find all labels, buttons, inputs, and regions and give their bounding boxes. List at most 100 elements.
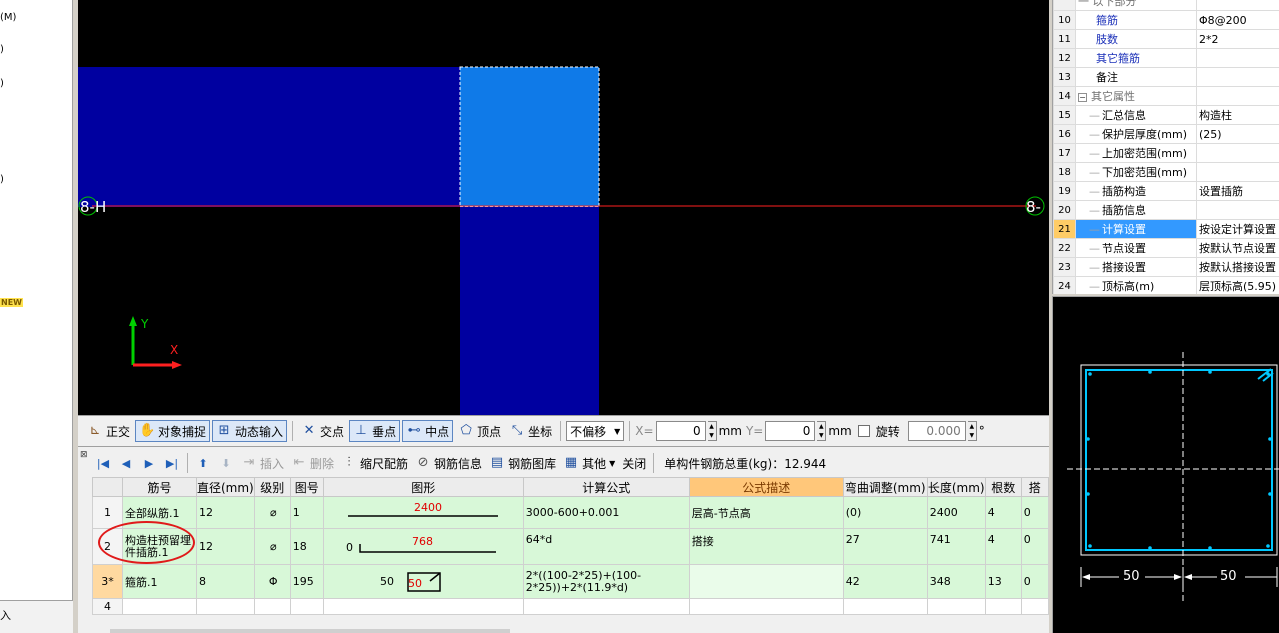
property-name[interactable]: — 保护层厚度(mm) xyxy=(1075,124,1197,144)
property-row-number[interactable]: 21 xyxy=(1053,219,1076,239)
property-row[interactable]: 20 — 插筋信息 xyxy=(1053,200,1279,220)
cell-count[interactable] xyxy=(984,598,1022,615)
property-row[interactable]: 19 — 插筋构造 设置插筋 xyxy=(1053,181,1279,201)
col-header-shape[interactable]: 图形 xyxy=(322,477,524,497)
ortho-button[interactable]: ⊾ 正交 xyxy=(84,420,133,442)
pin-icon[interactable]: ⊠ xyxy=(80,450,88,460)
y-coord-spinner[interactable]: ▲ ▼ xyxy=(817,421,827,441)
cell-bend-adjust[interactable]: (0) xyxy=(842,496,928,529)
property-row[interactable]: 21 — 计算设置 按设定计算设置 xyxy=(1053,219,1279,239)
cell-formula-desc[interactable]: 搭接 xyxy=(688,528,844,565)
col-header-figure-no[interactable]: 图号 xyxy=(289,477,324,497)
cell-formula[interactable]: 64*d xyxy=(522,528,690,565)
col-header-formula[interactable]: 计算公式 xyxy=(522,477,690,497)
last-record-button[interactable]: ▶| xyxy=(161,452,183,474)
col-header-diameter[interactable]: 直径(mm) xyxy=(196,477,255,497)
cell-count[interactable]: 4 xyxy=(984,496,1022,529)
column-lower[interactable] xyxy=(460,207,599,415)
property-row-number[interactable]: 18 xyxy=(1053,162,1076,182)
coordinate-button[interactable]: ⤡ 坐标 xyxy=(506,420,555,442)
property-name[interactable]: 一 以下部分 xyxy=(1075,0,1197,11)
property-row-number[interactable]: 17 xyxy=(1053,143,1076,163)
property-name[interactable]: 备注 xyxy=(1075,67,1197,87)
property-value[interactable] xyxy=(1196,48,1279,68)
cell-diameter[interactable]: 12 xyxy=(196,496,255,529)
property-row[interactable]: 14− 其它属性 xyxy=(1053,86,1279,106)
property-row[interactable]: 17 — 上加密范围(mm) xyxy=(1053,143,1279,163)
dynamic-input-button[interactable]: ⊞ 动态输入 xyxy=(212,420,288,442)
cell-figure-no[interactable]: 195 xyxy=(289,564,324,599)
property-name[interactable]: 肢数 xyxy=(1075,29,1197,49)
col-header-lap[interactable]: 搭 xyxy=(1020,477,1049,497)
cell-formula-desc[interactable] xyxy=(688,598,844,615)
cell-lap[interactable]: 0 xyxy=(1020,564,1049,599)
cell-shape[interactable] xyxy=(322,598,524,615)
cell-shape[interactable]: 0 768 xyxy=(322,528,524,565)
property-row-number[interactable]: 23 xyxy=(1053,257,1076,277)
property-value[interactable] xyxy=(1196,143,1279,163)
col-header-bend-adjust[interactable]: 弯曲调整(mm) xyxy=(842,477,928,497)
property-row-number[interactable]: 11 xyxy=(1053,29,1076,49)
cell-diameter[interactable]: 8 xyxy=(196,564,255,599)
cell-lap[interactable] xyxy=(1020,598,1049,615)
property-value[interactable] xyxy=(1196,86,1279,106)
property-name[interactable]: — 顶标高(m) xyxy=(1075,276,1197,294)
cell-grade[interactable]: ⌀ xyxy=(253,528,291,565)
cell-shape[interactable]: 2400 xyxy=(322,496,524,529)
rotate-input[interactable]: 0.000 xyxy=(907,421,966,441)
cell-grade[interactable] xyxy=(253,598,291,615)
x-coord-spinner[interactable]: ▲ ▼ xyxy=(707,421,717,441)
property-name[interactable]: 箍筋 xyxy=(1075,10,1197,30)
object-snap-button[interactable]: ✋ 对象捕捉 xyxy=(135,420,211,442)
move-down-button[interactable]: ⬇ xyxy=(215,452,237,474)
cell-formula-desc[interactable]: 层高-节点高 xyxy=(688,496,844,529)
rotate-checkbox[interactable] xyxy=(857,425,870,437)
cell-length[interactable]: 2400 xyxy=(926,496,986,529)
cell-length[interactable]: 348 xyxy=(926,564,986,599)
property-value[interactable] xyxy=(1196,67,1279,87)
cell-figure-no[interactable]: 1 xyxy=(289,496,324,529)
property-row[interactable]: 11 肢数 2*2 xyxy=(1053,29,1279,49)
property-row[interactable]: 23 — 搭接设置 按默认搭接设置 xyxy=(1053,257,1279,277)
cell-figure-no[interactable]: 18 xyxy=(289,528,324,565)
next-record-button[interactable]: ▶ xyxy=(138,452,160,474)
property-value[interactable]: 层顶标高(5.95) xyxy=(1196,276,1279,294)
property-name[interactable]: 其它箍筋 xyxy=(1075,48,1197,68)
x-coord-input[interactable]: 0 xyxy=(655,421,706,441)
property-row[interactable]: 15 — 汇总信息 构造柱 xyxy=(1053,105,1279,125)
rebar-library-button[interactable]: ▤ 钢筋图库 xyxy=(486,452,559,474)
property-row[interactable]: 16 — 保护层厚度(mm) (25) xyxy=(1053,124,1279,144)
cell-name[interactable]: 箍筋.1 xyxy=(122,564,197,599)
close-button[interactable]: 关闭 xyxy=(619,452,649,474)
cell-count[interactable]: 13 xyxy=(984,564,1022,599)
property-row[interactable]: 13 备注 xyxy=(1053,67,1279,87)
property-name[interactable]: — 插筋信息 xyxy=(1075,200,1197,220)
insert-button[interactable]: ⇥ 插入 xyxy=(238,452,287,474)
offset-mode-select[interactable]: 不偏移 ▼ xyxy=(566,421,625,441)
property-row-number[interactable]: 22 xyxy=(1053,238,1076,258)
property-row-number[interactable]: 12 xyxy=(1053,48,1076,68)
property-name[interactable]: — 节点设置 xyxy=(1075,238,1197,258)
cell-formula-desc[interactable] xyxy=(688,564,844,599)
table-row[interactable]: 2 构造柱预留埋件插筋.1 12 ⌀ 18 0 768 64*d 搭接 27 7… xyxy=(92,528,1049,565)
other-menu-button[interactable]: ▦ 其他 ▼ xyxy=(560,452,618,474)
property-value[interactable]: (25) xyxy=(1196,124,1279,144)
cell-name[interactable]: 构造柱预留埋件插筋.1 xyxy=(122,528,197,565)
delete-button[interactable]: ⇤ 删除 xyxy=(288,452,337,474)
drawing-canvas[interactable]: 8-H 8- Y X xyxy=(78,0,1049,415)
row-number[interactable]: 2 xyxy=(92,528,123,565)
rebar-info-button[interactable]: ⊘ 钢筋信息 xyxy=(412,452,485,474)
property-row-number[interactable]: 10 xyxy=(1053,10,1076,30)
property-value[interactable]: 按默认节点设置 xyxy=(1196,238,1279,258)
cell-formula[interactable]: 3000-600+0.001 xyxy=(522,496,690,529)
move-up-button[interactable]: ⬆ xyxy=(192,452,214,474)
first-record-button[interactable]: |◀ xyxy=(92,452,114,474)
cell-figure-no[interactable] xyxy=(289,598,324,615)
property-row[interactable]: 24 — 顶标高(m) 层顶标高(5.95) xyxy=(1053,276,1279,294)
y-coord-input[interactable]: 0 xyxy=(765,421,816,441)
property-value[interactable] xyxy=(1196,162,1279,182)
property-value[interactable]: 设置插筋 xyxy=(1196,181,1279,201)
cell-formula[interactable]: 2*((100-2*25)+(100-2*25))+2*(11.9*d) xyxy=(522,564,690,599)
cell-bend-adjust[interactable]: 27 xyxy=(842,528,928,565)
midpoint-button[interactable]: ⊷ 中点 xyxy=(402,420,454,442)
